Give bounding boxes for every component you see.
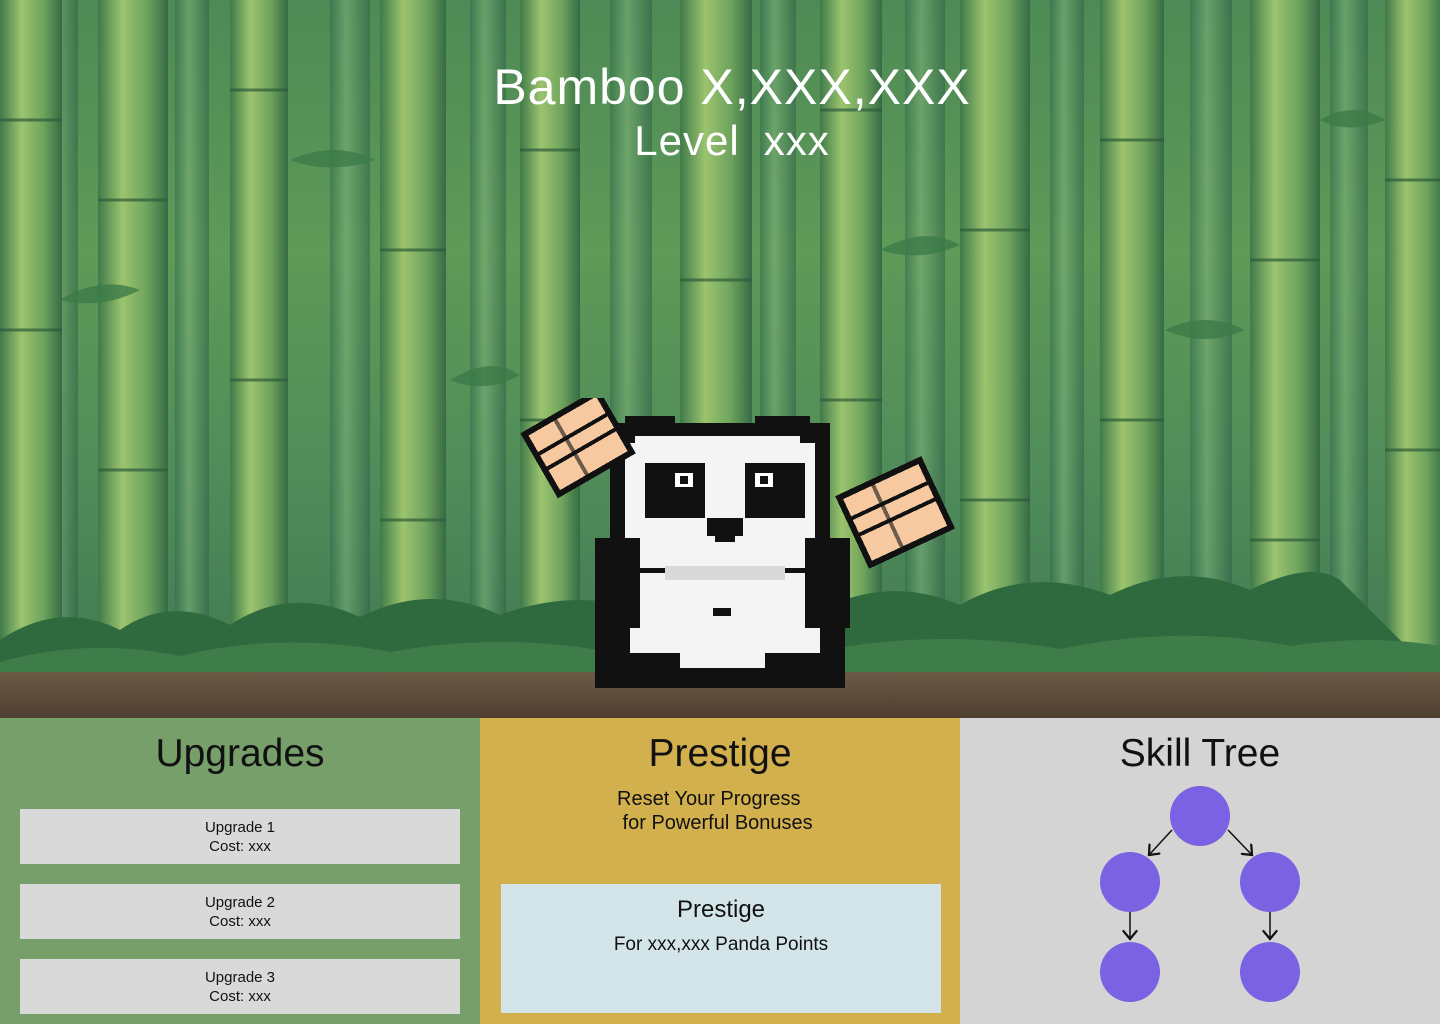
upgrade-cost: Cost: xxx — [209, 838, 271, 855]
level-value: xxx — [763, 117, 830, 164]
skill-node-right-child[interactable] — [1240, 942, 1300, 1002]
upgrade-cost: Cost: xxx — [209, 913, 271, 930]
prestige-panel: Prestige Reset Your Progress for Powerfu… — [480, 718, 960, 1024]
upgrade-name: Upgrade 3 — [204, 969, 276, 986]
hud: Bamboo X,XXX,XXX Level xxx — [0, 58, 1440, 166]
edge-root-left — [1149, 829, 1173, 855]
prestige-button-title: Prestige — [676, 896, 766, 923]
prestige-description: Reset Your Progress for Powerful Bonuses — [617, 787, 813, 835]
upgrade-name: Upgrade 1 — [204, 819, 276, 836]
prestige-button[interactable]: Prestige For xxx,xxx Panda Points — [501, 884, 941, 1013]
game-scene: Bamboo X,XXX,XXX Level xxx — [0, 0, 1440, 718]
prestige-button-subtitle: For xxx,xxx Panda Points — [613, 934, 829, 955]
upgrades-title: Upgrades — [155, 732, 325, 775]
level-display: Level xxx — [24, 116, 1440, 166]
edge-root-right — [1227, 829, 1252, 855]
skill-node-left[interactable] — [1100, 852, 1160, 912]
upgrades-panel: Upgrades Upgrade 1 Cost: xxx Upgrade 2 C… — [0, 718, 480, 1024]
prestige-title: Prestige — [648, 732, 792, 775]
level-label: Level — [634, 117, 740, 164]
skill-tree-title: Skill Tree — [1119, 732, 1281, 775]
panda-fighter-icon[interactable] — [515, 398, 955, 698]
skill-tree-panel: Skill Tree — [960, 718, 1440, 1024]
upgrade-1-button[interactable]: Upgrade 1 Cost: xxx — [20, 809, 460, 864]
skill-node-right[interactable] — [1240, 852, 1300, 912]
upgrade-3-button[interactable]: Upgrade 3 Cost: xxx — [20, 959, 460, 1014]
upgrade-cost: Cost: xxx — [209, 988, 271, 1005]
bamboo-counter: Bamboo X,XXX,XXX — [493, 59, 971, 115]
skill-node-root[interactable] — [1170, 786, 1230, 846]
upgrade-name: Upgrade 2 — [204, 894, 276, 911]
prestige-description-line1: Reset Your Progress — [617, 788, 801, 810]
skill-node-left-child[interactable] — [1100, 942, 1160, 1002]
upgrade-2-button[interactable]: Upgrade 2 Cost: xxx — [20, 884, 460, 939]
prestige-description-line2: for Powerful Bonuses — [617, 812, 813, 834]
